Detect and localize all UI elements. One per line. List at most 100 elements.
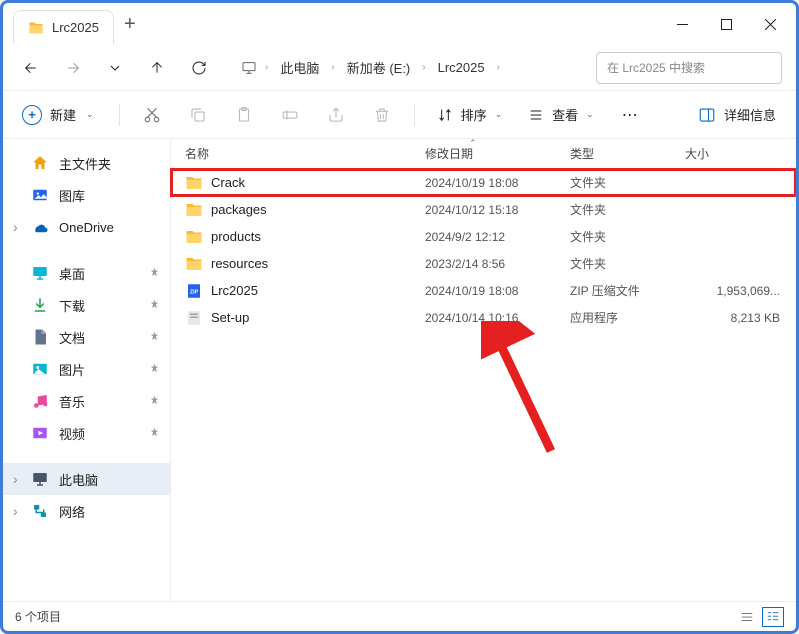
col-size[interactable]: 大小	[685, 145, 796, 162]
file-row[interactable]: products 2024/9/2 12:12 文件夹	[171, 223, 796, 250]
column-headers[interactable]: ⌃ 名称 修改日期 类型 大小	[171, 139, 796, 169]
file-row[interactable]: packages 2024/10/12 15:18 文件夹	[171, 196, 796, 223]
pictures-icon	[31, 360, 49, 378]
sidebar-item-document[interactable]: 文档	[3, 321, 170, 353]
breadcrumb[interactable]: › 此电脑 › 新加卷 (E:) › Lrc2025 ›	[231, 51, 594, 85]
new-button[interactable]: + 新建 ⌄	[15, 99, 107, 131]
sidebar-item-label: 音乐	[59, 392, 85, 411]
download-icon	[31, 296, 49, 314]
chevron-right-icon: ›	[331, 62, 334, 73]
file-date: 2024/10/19 18:08	[425, 176, 570, 190]
file-name: products	[211, 229, 261, 244]
file-row[interactable]: resources 2023/2/14 8:56 文件夹	[171, 250, 796, 277]
pin-icon	[149, 298, 160, 313]
plus-icon: +	[22, 105, 42, 125]
sort-button[interactable]: 排序 ⌄	[427, 99, 513, 131]
folder-icon	[185, 228, 203, 246]
file-name: Set-up	[211, 310, 249, 325]
file-date: 2024/9/2 12:12	[425, 230, 570, 244]
rename-button[interactable]	[270, 98, 310, 132]
sidebar-item-pc[interactable]: 此电脑	[3, 463, 170, 495]
window-tab[interactable]: Lrc2025	[13, 10, 114, 44]
view-label: 查看	[552, 105, 578, 124]
sidebar-item-onedrive[interactable]: OneDrive	[3, 211, 170, 243]
copy-button[interactable]	[178, 98, 218, 132]
file-type: 应用程序	[570, 309, 685, 326]
chevron-right-icon: ›	[265, 62, 268, 73]
zip-icon: ZIP	[185, 282, 203, 300]
sidebar-item-home[interactable]: 主文件夹	[3, 147, 170, 179]
file-row[interactable]: ZIPLrc2025 2024/10/19 18:08 ZIP 压缩文件 1,9…	[171, 277, 796, 304]
folder-icon	[28, 20, 44, 36]
maximize-button[interactable]	[704, 3, 748, 45]
paste-button[interactable]	[224, 98, 264, 132]
sidebar-item-download[interactable]: 下载	[3, 289, 170, 321]
chevron-down-icon: ⌄	[586, 109, 594, 120]
forward-button[interactable]	[53, 50, 93, 86]
toolbar: + 新建 ⌄ 排序 ⌄ 查看 ⌄ ⋯ 详细信息	[3, 91, 796, 139]
chevron-right-icon: ›	[422, 62, 425, 73]
info-icon	[698, 106, 716, 124]
sidebar-item-music[interactable]: 音乐	[3, 385, 170, 417]
new-tab-button[interactable]: +	[124, 13, 136, 36]
col-date[interactable]: 修改日期	[425, 145, 570, 162]
file-row[interactable]: Set-up 2024/10/14 10:16 应用程序 8,213 KB	[171, 304, 796, 331]
details-view-button[interactable]	[762, 607, 784, 627]
refresh-button[interactable]	[179, 50, 219, 86]
view-button[interactable]: 查看 ⌄	[518, 99, 604, 131]
crumb-pc[interactable]: 此电脑	[276, 56, 323, 79]
file-type: 文件夹	[570, 255, 685, 272]
crumb-folder[interactable]: Lrc2025	[434, 58, 489, 77]
chevron-down-icon: ⌄	[86, 109, 94, 120]
file-date: 2024/10/12 15:18	[425, 203, 570, 217]
sidebar: 主文件夹图库 OneDrive 桌面下载文档图片音乐视频 此电脑网络	[3, 139, 171, 601]
col-name[interactable]: 名称	[185, 145, 425, 162]
details-pane-button[interactable]: 详细信息	[690, 105, 784, 124]
sidebar-item-network[interactable]: 网络	[3, 495, 170, 527]
up-button[interactable]	[137, 50, 177, 86]
sidebar-item-pictures[interactable]: 图片	[3, 353, 170, 385]
recent-button[interactable]	[95, 50, 135, 86]
file-name: packages	[211, 202, 267, 217]
gallery-icon	[31, 186, 49, 204]
minimize-button[interactable]	[660, 3, 704, 45]
pin-icon	[149, 330, 160, 345]
delete-button[interactable]	[362, 98, 402, 132]
exe-icon	[185, 309, 203, 327]
sidebar-item-label: 下载	[59, 296, 85, 315]
statusbar: 6 个项目	[3, 601, 796, 631]
more-button[interactable]: ⋯	[610, 98, 650, 132]
back-button[interactable]	[11, 50, 51, 86]
sidebar-item-label: 文档	[59, 328, 85, 347]
list-view-button[interactable]	[736, 607, 758, 627]
file-name: Lrc2025	[211, 283, 258, 298]
sort-indicator-icon: ⌃	[469, 139, 477, 149]
onedrive-icon	[31, 218, 49, 236]
pin-icon	[149, 426, 160, 441]
folder-icon	[185, 255, 203, 273]
file-type: ZIP 压缩文件	[570, 282, 685, 299]
desktop-icon	[31, 264, 49, 282]
sidebar-item-label: OneDrive	[59, 220, 114, 235]
search-input[interactable]: 在 Lrc2025 中搜索	[596, 52, 782, 84]
crumb-drive[interactable]: 新加卷 (E:)	[343, 56, 415, 79]
home-icon	[31, 154, 49, 172]
cut-button[interactable]	[132, 98, 172, 132]
folder-icon	[185, 201, 203, 219]
sidebar-item-desktop[interactable]: 桌面	[3, 257, 170, 289]
file-area: ⌃ 名称 修改日期 类型 大小 Crack 2024/10/19 18:08 文…	[171, 139, 796, 601]
file-type: 文件夹	[570, 228, 685, 245]
sidebar-item-label: 网络	[59, 502, 85, 521]
sidebar-item-video[interactable]: 视频	[3, 417, 170, 449]
share-button[interactable]	[316, 98, 356, 132]
details-label: 详细信息	[724, 105, 776, 124]
sidebar-item-gallery[interactable]: 图库	[3, 179, 170, 211]
file-row[interactable]: Crack 2024/10/19 18:08 文件夹	[171, 169, 796, 196]
file-size: 8,213 KB	[685, 311, 796, 325]
col-type[interactable]: 类型	[570, 145, 685, 162]
document-icon	[31, 328, 49, 346]
titlebar: Lrc2025 +	[3, 3, 796, 45]
pc-icon	[31, 470, 49, 488]
pin-icon	[149, 394, 160, 409]
close-button[interactable]	[748, 3, 792, 45]
